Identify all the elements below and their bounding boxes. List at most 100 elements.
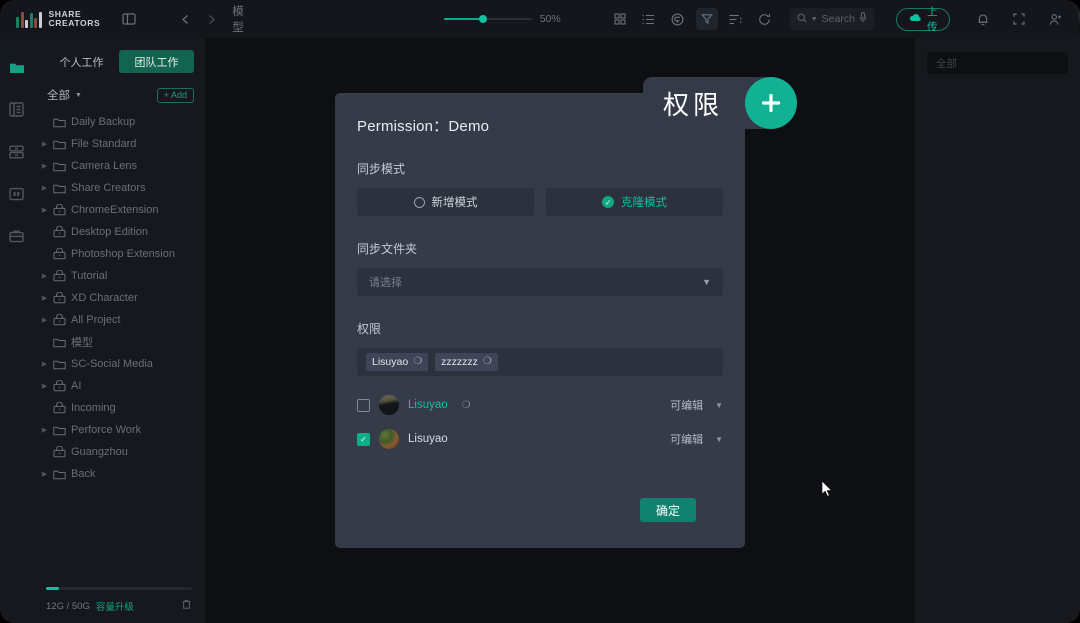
expand-caret-icon[interactable]: ▶ xyxy=(41,163,48,170)
sidebar-folder-item[interactable]: ▶Daily Backup xyxy=(33,111,205,133)
filter-icon[interactable] xyxy=(695,8,718,30)
sort-icon[interactable] xyxy=(725,8,747,30)
user-permission-select[interactable]: 可编辑 ▼ xyxy=(670,397,723,413)
sidebar-folder-item[interactable]: ▶ File Standard xyxy=(33,133,205,155)
add-folder-button[interactable]: + Add xyxy=(156,87,194,103)
remove-user-icon[interactable]: ❍ xyxy=(462,400,471,411)
trash-icon[interactable] xyxy=(181,599,192,613)
user-permission-select[interactable]: 可编辑 ▼ xyxy=(670,431,723,447)
expand-caret-icon[interactable]: ▶ xyxy=(41,383,48,390)
search-dropdown-chevron-icon[interactable]: ▼ xyxy=(811,16,818,23)
right-panel-search-input[interactable]: 全部 xyxy=(927,52,1068,74)
sidebar-folder-label: AI xyxy=(71,380,82,392)
storage-upgrade-link[interactable]: 容量升级 xyxy=(96,599,134,613)
bell-icon[interactable] xyxy=(972,8,994,30)
rail-item-archive[interactable] xyxy=(7,144,27,164)
sidebar-folder-item[interactable]: ▶ Share Creators xyxy=(33,177,205,199)
sidebar-folder-label: Perforce Work xyxy=(71,424,142,436)
upload-button[interactable]: 上传 xyxy=(895,6,951,33)
sidebar-folder-label: Share Creators xyxy=(71,182,146,194)
permission-tag-label: zzzzzzz xyxy=(441,356,478,368)
sidebar-folder-item[interactable]: ▶ Back xyxy=(33,463,205,485)
expand-caret-icon[interactable]: ▶ xyxy=(41,361,48,368)
sidebar-folder-item[interactable]: ▶Photoshop Extension xyxy=(33,243,205,265)
breadcrumb[interactable]: 模型 xyxy=(232,3,244,35)
sidebar-folder-item[interactable]: ▶模型 xyxy=(33,331,205,353)
all-filter-dropdown[interactable]: 全部 ▼ xyxy=(47,87,82,103)
expand-caret-icon[interactable]: ▶ xyxy=(41,141,48,148)
sidebar-folder-item[interactable]: ▶ All Project xyxy=(33,309,205,331)
locked-folder-icon xyxy=(53,446,66,459)
sync-folder-select[interactable]: 请选择 ▼ xyxy=(357,268,723,296)
sidebar-folder-item[interactable]: ▶Guangzhou xyxy=(33,441,205,463)
chevron-down-icon: ▼ xyxy=(75,91,82,99)
zoom-slider-track[interactable] xyxy=(443,15,532,23)
folder-icon xyxy=(53,468,66,481)
microphone-icon[interactable] xyxy=(859,10,867,28)
search-placeholder: Search xyxy=(821,13,855,25)
tab-personal-workspace[interactable]: 个人工作 xyxy=(44,50,119,73)
sidebar-folder-item[interactable]: ▶ Tutorial xyxy=(33,265,205,287)
search-input[interactable]: ▼ Search xyxy=(789,8,874,30)
zoom-slider-knob[interactable] xyxy=(478,15,487,23)
app-logo[interactable]: SHARE CREATORS xyxy=(16,10,100,28)
sidebar-folder-item[interactable]: ▶Incoming xyxy=(33,397,205,419)
expand-caret-icon[interactable]: ▶ xyxy=(41,207,48,214)
sidebar-folder-item[interactable]: ▶ Camera Lens xyxy=(33,155,205,177)
sidebar-folder-item[interactable]: ▶ ChromeExtension xyxy=(33,199,205,221)
view-tools xyxy=(609,8,776,30)
permission-user-row[interactable]: ✓ Lisuyao 可编辑 ▼ xyxy=(335,422,745,456)
remove-tag-icon[interactable]: ❍ xyxy=(413,357,422,367)
sidebar-folder-item[interactable]: ▶ Perforce Work xyxy=(33,419,205,441)
locked-folder-icon xyxy=(53,402,66,415)
sidebar-folder-label: File Standard xyxy=(71,138,137,150)
sync-folder-label: 同步文件夹 xyxy=(357,242,418,256)
expand-caret-icon[interactable]: ▶ xyxy=(41,273,48,280)
expand-caret-icon[interactable]: ▶ xyxy=(41,317,48,324)
sidebar-folder-item[interactable]: ▶ SC-Social Media xyxy=(33,353,205,375)
radio-unselected-icon xyxy=(413,196,425,208)
refresh-icon[interactable] xyxy=(754,8,776,30)
confirm-button[interactable]: 确定 xyxy=(640,498,696,522)
locked-folder-icon xyxy=(53,292,66,305)
rail-item-assets[interactable] xyxy=(7,60,27,80)
user-permission-label: 可编辑 xyxy=(670,434,704,446)
storage-usage-label: 12G / 50G xyxy=(46,600,90,612)
permission-user-row[interactable]: Lisuyao ❍ 可编辑 ▼ xyxy=(335,388,745,422)
rail-item-library[interactable] xyxy=(7,102,27,122)
user-checkbox[interactable]: ✓ xyxy=(357,432,370,446)
rail-item-projects[interactable] xyxy=(7,228,27,248)
sidebar-folder-item[interactable]: ▶Desktop Edition xyxy=(33,221,205,243)
logo-bars-icon xyxy=(16,11,42,28)
sidebar-folder-item[interactable]: ▶ XD Character xyxy=(33,287,205,309)
permission-modal: Permission：Demo 同步模式 新增模式 ✓ 克隆模式 同步文件夹 请… xyxy=(335,93,833,548)
list-view-icon[interactable] xyxy=(638,8,660,30)
sync-mode-option-clone[interactable]: ✓ 克隆模式 xyxy=(546,188,723,216)
add-user-icon[interactable] xyxy=(1044,8,1066,30)
tab-team-workspace[interactable]: 团队工作 xyxy=(119,50,194,73)
permission-tag[interactable]: zzzzzzz ❍ xyxy=(435,353,498,371)
remove-tag-icon[interactable]: ❍ xyxy=(483,357,492,367)
sidebar-folder-label: Desktop Edition xyxy=(71,226,149,238)
sync-mode-option-new[interactable]: 新增模式 xyxy=(357,188,534,216)
workspace-tabs: 个人工作 团队工作 xyxy=(33,38,205,73)
user-checkbox[interactable] xyxy=(357,398,370,412)
sidebar-toggle-icon[interactable] xyxy=(118,8,140,30)
callout-plus-button[interactable] xyxy=(745,77,797,129)
tag-icon[interactable] xyxy=(667,8,689,30)
expand-caret-icon[interactable]: ▶ xyxy=(41,185,48,192)
zoom-slider[interactable]: 50% xyxy=(443,13,561,25)
chevron-right-icon[interactable] xyxy=(200,8,222,30)
sidebar-folder-label: Back xyxy=(71,468,96,480)
rail-item-board[interactable] xyxy=(7,186,27,206)
expand-caret-icon[interactable]: ▶ xyxy=(41,295,48,302)
expand-caret-icon[interactable]: ▶ xyxy=(41,427,48,434)
chevron-left-icon[interactable] xyxy=(174,8,196,30)
sidebar-folder-item[interactable]: ▶ AI xyxy=(33,375,205,397)
permission-tag[interactable]: Lisuyao ❍ xyxy=(366,353,429,371)
permission-tag-input[interactable]: Lisuyao ❍ zzzzzzz ❍ xyxy=(357,348,723,376)
fullscreen-icon[interactable] xyxy=(1008,8,1030,30)
grid-view-icon[interactable] xyxy=(609,8,631,30)
storage-bar-fill xyxy=(46,587,60,590)
expand-caret-icon[interactable]: ▶ xyxy=(41,471,48,478)
